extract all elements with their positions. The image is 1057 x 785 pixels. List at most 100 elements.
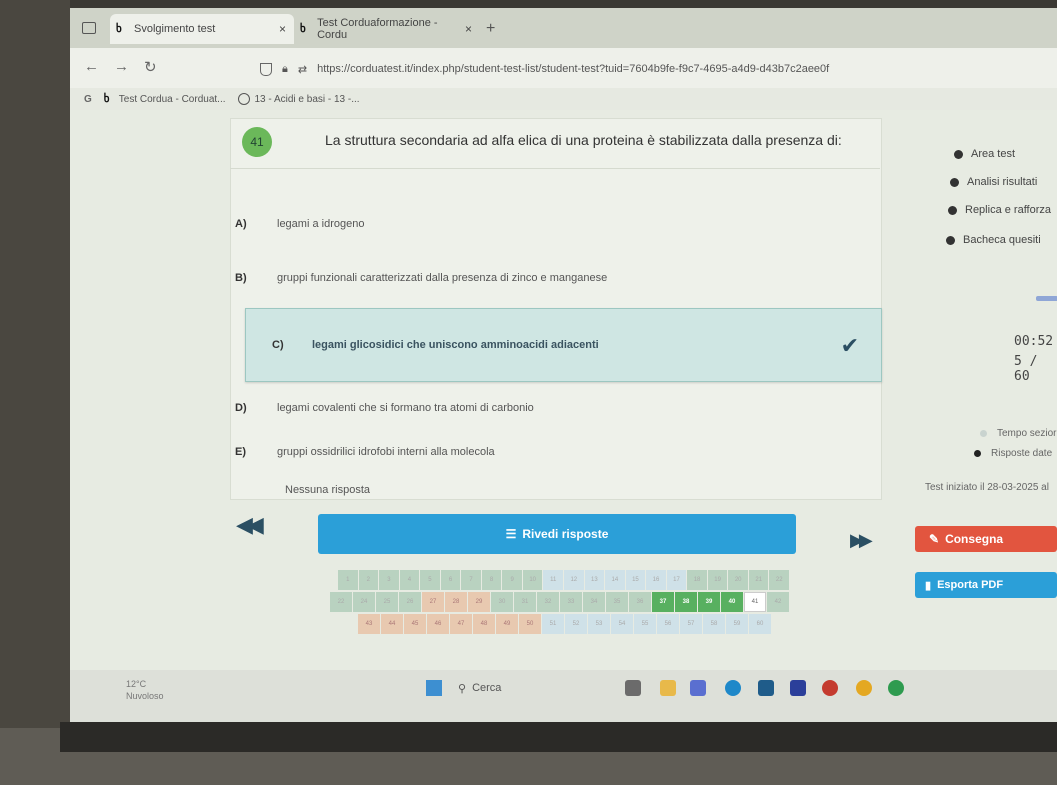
question-nav-cell[interactable]: 43 [358, 614, 380, 634]
question-nav-cell[interactable]: 39 [698, 592, 720, 612]
question-nav-cell[interactable]: 24 [353, 592, 375, 612]
question-nav-cell[interactable]: 12 [564, 570, 584, 590]
photos-icon[interactable] [790, 680, 806, 696]
question-nav-cell[interactable]: 55 [634, 614, 656, 634]
tab-svolgimento[interactable]: ხ Svolgimento test × [110, 14, 294, 44]
question-nav-cell[interactable]: 6 [440, 570, 461, 590]
question-nav-cell[interactable]: 45 [404, 614, 426, 634]
bookmark-item[interactable]: 13 - Acidi e basi - 13 -... [237, 93, 360, 105]
question-nav-cell[interactable]: 1 [338, 570, 358, 590]
tab-corduaformazione[interactable]: ხ Test Corduaformazione - Cordu × [300, 14, 480, 44]
question-nav-cell[interactable]: 5 [420, 570, 440, 590]
sidebar-link-analisi[interactable]: Analisi risultati [950, 176, 1037, 188]
close-tab-icon[interactable]: × [465, 22, 472, 36]
question-nav-cell[interactable]: 17 [666, 570, 687, 590]
submit-button[interactable]: ✎ Consegna [915, 526, 1057, 552]
question-nav-cell[interactable]: 29 [468, 592, 490, 612]
question-nav-cell[interactable]: 25 [376, 592, 398, 612]
question-nav-cell[interactable]: 38 [675, 592, 697, 612]
sidebar-link-replica[interactable]: Replica e rafforza [948, 204, 1051, 216]
chrome-icon[interactable] [856, 680, 872, 696]
question-nav-cell[interactable]: 15 [625, 570, 646, 590]
question-nav-cell[interactable]: 9 [502, 570, 522, 590]
close-tab-icon[interactable]: × [279, 22, 286, 36]
previous-question-button[interactable]: ◀◀ [236, 512, 264, 538]
reload-icon[interactable]: ↻ [144, 58, 157, 76]
question-nav-cell[interactable]: 36 [629, 592, 651, 612]
new-tab-button[interactable]: + [486, 20, 495, 38]
answer-option-e[interactable]: E) gruppi ossidrilici idrofobi interni a… [235, 440, 875, 464]
question-nav-cell[interactable]: 42 [767, 592, 789, 612]
question-nav-cell[interactable]: 14 [605, 570, 625, 590]
question-nav-cell[interactable]: 8 [481, 570, 502, 590]
question-nav-cell[interactable]: 52 [565, 614, 587, 634]
question-nav-cell[interactable]: 44 [381, 614, 403, 634]
google-icon[interactable]: G [84, 94, 92, 105]
question-nav-cell[interactable]: 20 [728, 570, 748, 590]
question-nav-cell[interactable]: 11 [543, 570, 564, 590]
question-nav-cell[interactable]: 35 [606, 592, 628, 612]
answer-option-c[interactable]: C) legami glicosidici che uniscono ammin… [245, 308, 882, 382]
question-nav-cell[interactable]: 31 [514, 592, 536, 612]
task-view-icon[interactable] [625, 680, 641, 696]
question-nav-cell[interactable]: 4 [399, 570, 420, 590]
sidebar-link-bacheca[interactable]: Bacheca quesiti [946, 234, 1041, 246]
question-nav-cell[interactable]: 34 [583, 592, 605, 612]
windows-start-icon[interactable] [426, 680, 442, 696]
export-pdf-button[interactable]: ▮ Esporta PDF [915, 572, 1057, 598]
back-icon[interactable]: ← [84, 58, 99, 75]
question-nav-cell[interactable]: 54 [611, 614, 633, 634]
url-field[interactable]: 🔒︎ ⇄ https://corduatest.it/index.php/stu… [260, 58, 1057, 80]
question-nav-cell[interactable]: 30 [491, 592, 513, 612]
question-nav-cell[interactable]: 22 [769, 570, 790, 590]
store-icon[interactable] [758, 680, 774, 696]
question-nav-cell[interactable]: 32 [537, 592, 559, 612]
question-nav-cell[interactable]: 7 [461, 570, 481, 590]
question-nav-cell[interactable]: 2 [358, 570, 379, 590]
question-nav-cell[interactable]: 40 [721, 592, 743, 612]
no-answer-option[interactable]: Nessuna risposta [285, 484, 370, 496]
question-nav-cell[interactable]: 51 [542, 614, 564, 634]
teams-icon[interactable] [690, 680, 706, 696]
answer-option-a[interactable]: A) legami a idrogeno [235, 212, 875, 236]
spotify-icon[interactable] [888, 680, 904, 696]
answer-option-b[interactable]: B) gruppi funzionali caratterizzati dall… [235, 266, 875, 290]
question-nav-cell[interactable]: 13 [584, 570, 605, 590]
question-nav-cell[interactable]: 56 [657, 614, 679, 634]
question-nav-cell[interactable]: 58 [703, 614, 725, 634]
question-nav-cell[interactable]: 26 [399, 592, 421, 612]
question-nav-cell[interactable]: 48 [473, 614, 495, 634]
question-nav-cell[interactable]: 28 [445, 592, 467, 612]
question-nav-cell[interactable]: 18 [687, 570, 707, 590]
question-nav-cell[interactable]: 60 [749, 614, 771, 634]
weather-widget[interactable]: 12°C Nuvoloso [126, 678, 164, 702]
bookmark-item[interactable]: ხ Test Cordua - Corduat... [104, 93, 226, 105]
question-nav-cell[interactable]: 50 [519, 614, 541, 634]
firefox-icon[interactable] [822, 680, 838, 696]
question-nav-cell[interactable]: 19 [707, 570, 728, 590]
taskbar-search[interactable]: ⚲ Cerca [458, 676, 608, 700]
question-nav-cell[interactable]: 21 [748, 570, 769, 590]
question-nav-cell[interactable]: 47 [450, 614, 472, 634]
answer-option-d[interactable]: D) legami covalenti che si formano tra a… [235, 396, 875, 420]
question-nav-cell[interactable]: 37 [652, 592, 674, 612]
forward-icon[interactable]: → [114, 58, 129, 75]
file-explorer-icon[interactable] [660, 680, 676, 696]
question-nav-cell[interactable]: 27 [422, 592, 444, 612]
question-nav-cell[interactable]: 53 [588, 614, 610, 634]
question-nav-cell[interactable]: 59 [726, 614, 748, 634]
question-nav-cell[interactable]: 3 [379, 570, 399, 590]
question-nav-cell[interactable]: 41 [744, 592, 766, 612]
sidebar-link-area-test[interactable]: Area test [954, 148, 1015, 160]
tab-actions-icon[interactable] [82, 22, 96, 34]
question-nav-cell[interactable]: 16 [646, 570, 666, 590]
question-nav-cell[interactable]: 57 [680, 614, 702, 634]
question-nav-cell[interactable]: 46 [427, 614, 449, 634]
question-nav-cell[interactable]: 33 [560, 592, 582, 612]
question-nav-cell[interactable]: 10 [522, 570, 543, 590]
review-answers-button[interactable]: ☰ Rivedi risposte [318, 514, 796, 554]
question-nav-cell[interactable]: 22 [330, 592, 352, 612]
question-nav-cell[interactable]: 49 [496, 614, 518, 634]
next-question-button[interactable]: ▶▶ [850, 530, 873, 551]
edge-icon[interactable] [725, 680, 741, 696]
